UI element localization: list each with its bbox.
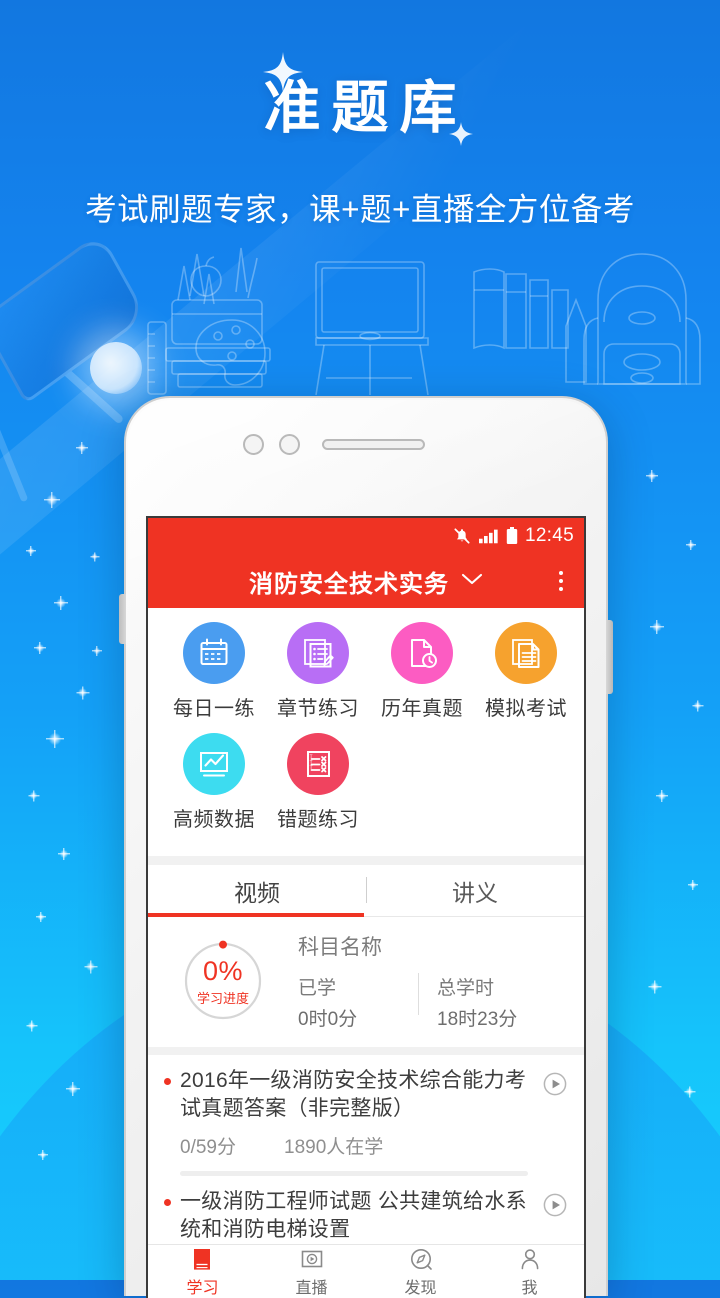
papers-icon bbox=[495, 622, 557, 684]
battery-icon bbox=[506, 527, 518, 544]
nav-label: 我 bbox=[521, 1279, 538, 1297]
feature-grid: 每日一练 章节练习 历年真题 模拟考试 高频数据 T T T 错题练习 bbox=[148, 608, 584, 856]
hero-section: 准题库 考试刷题专家，课+题+直播全方位备考 bbox=[0, 62, 720, 230]
tab-handout[interactable]: 讲义 bbox=[366, 865, 584, 917]
nav-label: 直播 bbox=[295, 1279, 328, 1297]
status-bar: 12:45 bbox=[148, 518, 584, 554]
progress-caption: 学习进度 bbox=[196, 990, 249, 1006]
phone-volume-button[interactable] bbox=[119, 594, 126, 644]
list-item[interactable]: 2016年一级消防安全技术综合能力考试真题答案（非完整版） 0/59分 1890… bbox=[148, 1055, 584, 1176]
page-title: 准题库 bbox=[263, 76, 468, 140]
signal-bars-icon bbox=[478, 529, 498, 544]
earpiece-speaker bbox=[322, 439, 425, 450]
nav-label: 学习 bbox=[186, 1279, 219, 1297]
phone-sensor-row bbox=[243, 434, 425, 455]
line-chart-icon bbox=[183, 733, 245, 795]
proximity-sensor-icon bbox=[279, 434, 300, 455]
phone-mockup: 12:45 消防安全技术实务 每日一练 章节练习 历年真题 模拟考试 高频数据 … bbox=[119, 396, 613, 1298]
bullet-icon bbox=[164, 1078, 171, 1085]
study-progress-section: 0% 学习进度 科目名称 已学 0时0分 总学时 18时23分 bbox=[148, 917, 584, 1047]
grid-item-mock-exam[interactable]: 模拟考试 bbox=[474, 622, 578, 721]
grid-item-daily-practice[interactable]: 每日一练 bbox=[162, 622, 266, 721]
progress-ring: 0% 学习进度 bbox=[181, 939, 265, 1023]
progress-percent: 0% bbox=[202, 955, 244, 986]
front-camera-icon bbox=[243, 434, 264, 455]
nav-item-study[interactable]: 学习 bbox=[148, 1245, 257, 1298]
grid-item-wrong-questions[interactable]: TTT 错题练习 bbox=[266, 733, 370, 832]
course-score: 0/59分 bbox=[180, 1136, 236, 1158]
app-bar: 消防安全技术实务 bbox=[148, 554, 584, 608]
stat-label: 已学 bbox=[298, 978, 337, 999]
grid-item-label: 高频数据 bbox=[173, 809, 255, 831]
grid-item-label: 章节练习 bbox=[277, 698, 359, 720]
page-clock-icon bbox=[391, 622, 453, 684]
tab-active-indicator bbox=[148, 913, 364, 917]
compass-icon bbox=[410, 1248, 432, 1270]
stat-studied: 已学 0时0分 bbox=[298, 973, 418, 1031]
grid-item-frequency-data[interactable]: 高频数据 bbox=[162, 733, 266, 832]
chevron-down-icon[interactable] bbox=[461, 572, 483, 591]
status-bar-clock: 12:45 bbox=[524, 525, 574, 546]
tab-video[interactable]: 视频 bbox=[148, 865, 366, 917]
stat-value: 0时0分 bbox=[298, 1009, 358, 1030]
overflow-menu-icon[interactable] bbox=[554, 566, 568, 596]
svg-text:T: T bbox=[309, 765, 313, 771]
grid-item-past-exams[interactable]: 历年真题 bbox=[370, 622, 474, 721]
subject-name: 科目名称 bbox=[298, 936, 382, 959]
grid-item-label: 每日一练 bbox=[173, 698, 255, 720]
stat-label: 总学时 bbox=[437, 978, 495, 999]
app-screen: 12:45 消防安全技术实务 每日一练 章节练习 历年真题 模拟考试 高频数据 … bbox=[146, 516, 586, 1298]
nav-label: 发现 bbox=[404, 1279, 437, 1297]
notes-pen-icon bbox=[287, 622, 349, 684]
grid-item-label: 模拟考试 bbox=[485, 698, 567, 720]
stat-divider bbox=[418, 973, 419, 1015]
wrong-list-icon: TTT bbox=[287, 733, 349, 795]
svg-text:T: T bbox=[309, 754, 313, 760]
play-circle-icon[interactable] bbox=[542, 1071, 568, 1102]
phone-power-button[interactable] bbox=[606, 620, 613, 694]
section-divider bbox=[148, 856, 584, 865]
course-title: 一级消防工程师试题 公共建筑给水系统和消防电梯设置 bbox=[180, 1189, 527, 1242]
grid-item-label: 历年真题 bbox=[381, 698, 463, 720]
tab-label: 视频 bbox=[234, 880, 280, 906]
nav-item-profile[interactable]: 我 bbox=[475, 1245, 584, 1298]
section-divider bbox=[148, 1047, 584, 1055]
book-icon bbox=[193, 1248, 210, 1270]
calendar-icon bbox=[183, 622, 245, 684]
video-icon bbox=[301, 1250, 322, 1267]
course-learners: 1890人在学 bbox=[284, 1136, 384, 1158]
content-tabs: 视频 讲义 bbox=[148, 865, 584, 917]
tab-label: 讲义 bbox=[452, 880, 498, 906]
person-icon bbox=[521, 1248, 538, 1269]
grid-item-label: 错题练习 bbox=[277, 809, 359, 831]
app-bar-title[interactable]: 消防安全技术实务 bbox=[249, 564, 449, 599]
bullet-icon bbox=[164, 1198, 171, 1206]
nav-item-live[interactable]: 直播 bbox=[257, 1245, 366, 1298]
bottom-navigation: 学习 直播 发现 我 bbox=[148, 1244, 584, 1298]
nav-item-discover[interactable]: 发现 bbox=[366, 1245, 475, 1298]
course-title: 2016年一级消防安全技术综合能力考试真题答案（非完整版） bbox=[180, 1069, 527, 1121]
stat-total: 总学时 18时23分 bbox=[437, 973, 557, 1031]
tab-separator bbox=[366, 877, 367, 903]
grid-item-chapter-practice[interactable]: 章节练习 bbox=[266, 622, 370, 721]
stat-value: 18时23分 bbox=[437, 1009, 518, 1030]
page-subtitle: 考试刷题专家，课+题+直播全方位备考 bbox=[85, 191, 635, 227]
play-circle-icon[interactable] bbox=[542, 1192, 568, 1223]
bell-muted-icon bbox=[454, 528, 470, 544]
svg-text:T: T bbox=[309, 760, 313, 766]
